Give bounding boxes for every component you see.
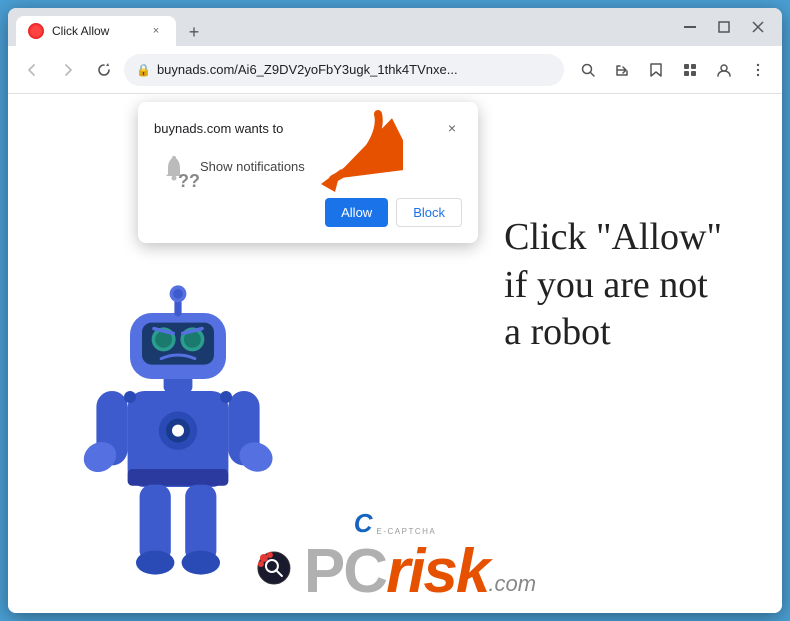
tab-close-button[interactable]: × <box>148 23 164 39</box>
main-text-line2: if you are not <box>504 262 722 310</box>
new-tab-button[interactable]: + <box>180 18 208 46</box>
tab-title: Click Allow <box>52 24 140 38</box>
popup-bell-container: ?? <box>154 148 190 184</box>
pcrisk-search-icon <box>254 548 298 597</box>
forward-button[interactable] <box>52 54 84 86</box>
window-minimize-icon[interactable] <box>674 17 706 37</box>
page-content: buynads.com wants to × ?? Show notificat… <box>8 94 782 613</box>
menu-icon[interactable] <box>742 54 774 86</box>
ecaptcha-label: E-CAPTCHA <box>377 527 437 536</box>
search-icon[interactable] <box>572 54 604 86</box>
ecaptcha-logo: C E-CAPTCHA <box>354 508 437 539</box>
back-button[interactable] <box>16 54 48 86</box>
popup-notification-label: Show notifications <box>200 159 305 174</box>
url-text: buynads.com/Ai6_Z9DV2yoFbY3ugk_1thk4TVnx… <box>157 62 552 77</box>
lock-icon: 🔒 <box>136 63 151 77</box>
pcrisk-pc-text: PC <box>304 541 386 603</box>
main-text-line3: a robot <box>504 309 722 357</box>
popup-close-button[interactable]: × <box>442 118 462 138</box>
browser-window: Click Allow × + 🔒 <box>8 8 782 613</box>
question-marks-icon: ?? <box>178 171 200 192</box>
share-icon[interactable] <box>606 54 638 86</box>
popup-site-text: buynads.com wants to <box>154 121 283 136</box>
title-bar: Click Allow × + <box>8 8 782 46</box>
popup-buttons: Allow Block <box>154 198 462 227</box>
orange-arrow-icon <box>303 104 403 194</box>
title-bar-controls <box>674 17 774 37</box>
arrow-container <box>303 104 403 199</box>
main-text-line1: Click "Allow" <box>504 214 722 262</box>
ecaptcha-letter: C <box>354 508 373 539</box>
tab-area: Click Allow × + <box>16 8 670 46</box>
address-bar: 🔒 buynads.com/Ai6_Z9DV2yoFbY3ugk_1thk4TV… <box>8 46 782 94</box>
extensions-icon[interactable] <box>674 54 706 86</box>
window-maximize-icon[interactable] <box>708 17 740 37</box>
refresh-button[interactable] <box>88 54 120 86</box>
pcrisk-risk-text: risk <box>386 541 488 603</box>
window-close-icon[interactable] <box>742 17 774 37</box>
pcrisk-logo: PC risk .com <box>254 541 536 603</box>
tab-favicon <box>28 23 44 39</box>
block-button[interactable]: Block <box>396 198 462 227</box>
allow-button[interactable]: Allow <box>325 198 388 227</box>
active-tab[interactable]: Click Allow × <box>16 16 176 46</box>
omnibox[interactable]: 🔒 buynads.com/Ai6_Z9DV2yoFbY3ugk_1thk4TV… <box>124 54 564 86</box>
watermark-area: C E-CAPTCHA PC risk <box>254 508 536 603</box>
main-text-area: Click "Allow" if you are not a robot <box>504 214 722 357</box>
pcrisk-dotcom-text: .com <box>488 571 536 597</box>
profile-icon[interactable] <box>708 54 740 86</box>
bookmark-icon[interactable] <box>640 54 672 86</box>
toolbar-icons <box>572 54 774 86</box>
